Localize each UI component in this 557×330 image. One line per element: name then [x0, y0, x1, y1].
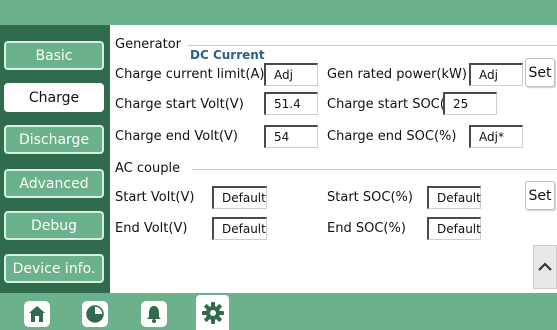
sidebar-item-advanced[interactable]: Advanced: [4, 169, 104, 198]
charge-end-volt-label: Charge end Volt(V): [115, 129, 238, 144]
end-volt-label: End Volt(V): [115, 221, 188, 236]
pie-chart-icon: [85, 304, 104, 323]
charge-start-volt-label: Charge start Volt(V): [115, 97, 244, 112]
sidebar-item-debug[interactable]: Debug: [4, 211, 104, 240]
sidebar-item-basic[interactable]: Basic: [4, 41, 104, 70]
nav-alerts-button[interactable]: [137, 297, 170, 330]
gen-rated-power-field[interactable]: Adj: [469, 63, 523, 86]
sidebar-item-charge[interactable]: Charge: [4, 83, 104, 112]
ac-couple-divider: [192, 169, 557, 170]
sidebar: Basic Charge Discharge Advanced Debug De…: [0, 25, 110, 293]
charge-start-soc-field[interactable]: 25: [443, 92, 497, 115]
sidebar-item-discharge[interactable]: Discharge: [4, 125, 104, 154]
gear-icon: [201, 301, 224, 324]
end-volt-field[interactable]: Default: [212, 217, 267, 240]
charge-start-soc-label: Charge start SOC(%): [327, 97, 463, 112]
ac-couple-set-button[interactable]: Set: [525, 181, 555, 210]
start-volt-label: Start Volt(V): [115, 190, 195, 205]
sidebar-item-device-info[interactable]: Device info.: [4, 254, 104, 283]
start-soc-field[interactable]: Default: [427, 186, 481, 209]
end-soc-label: End SOC(%): [327, 221, 406, 236]
generator-set-button[interactable]: Set: [525, 58, 555, 87]
nav-home-button[interactable]: [20, 297, 53, 330]
gen-rated-power-label: Gen rated power(kW): [327, 67, 467, 82]
nav-settings-button[interactable]: [196, 295, 229, 330]
charge-start-volt-field[interactable]: 51.4: [264, 92, 318, 115]
top-status-bar: [0, 0, 557, 25]
home-icon: [28, 305, 45, 322]
start-volt-field[interactable]: Default: [212, 186, 267, 209]
charge-end-soc-label: Charge end SOC(%): [327, 129, 457, 144]
end-soc-field[interactable]: Default: [427, 217, 481, 240]
dc-current-subtitle: DC Current: [190, 48, 265, 62]
generator-divider: [188, 45, 557, 46]
charge-current-limit-label: Charge current limit(A): [115, 67, 265, 82]
scroll-up-button[interactable]: [533, 245, 557, 289]
ac-couple-section-title: AC couple: [115, 161, 181, 176]
charge-current-limit-field[interactable]: Adj: [264, 63, 318, 86]
generator-section-title: Generator: [115, 37, 182, 52]
settings-panel: Generator DC Current Charge current limi…: [110, 25, 557, 293]
start-soc-label: Start SOC(%): [327, 190, 413, 205]
chevron-up-icon: [538, 262, 552, 271]
nav-stats-button[interactable]: [78, 297, 111, 330]
charge-end-soc-field[interactable]: Adj*: [469, 125, 523, 148]
bell-icon: [146, 305, 161, 323]
charge-end-volt-field[interactable]: 54: [264, 125, 318, 148]
